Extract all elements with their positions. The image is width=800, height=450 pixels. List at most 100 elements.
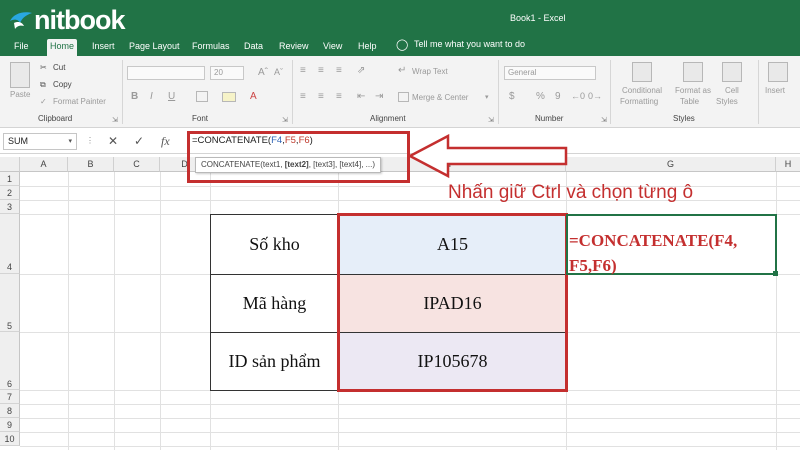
fill-color-icon[interactable] [222, 92, 236, 102]
column-header-g[interactable]: G [566, 157, 776, 172]
italic-button[interactable]: I [150, 91, 153, 102]
merge-dropdown-icon[interactable]: ▾ [485, 93, 489, 101]
paste-button-label[interactable]: Paste [10, 90, 30, 99]
tab-formulas[interactable]: Formulas [189, 39, 233, 56]
name-box-dropdown-icon[interactable]: ▾ [68, 134, 72, 149]
conditional-formatting-icon[interactable] [632, 62, 652, 82]
clipboard-launcher-icon[interactable]: ⇲ [112, 116, 118, 124]
row-header-7[interactable]: 7 [0, 390, 20, 404]
name-box[interactable]: SUM ▾ [3, 133, 77, 150]
decrease-decimal-icon[interactable]: 0→ [588, 91, 602, 101]
increase-decimal-icon[interactable]: ←0 [571, 91, 585, 101]
alignment-group-label: Alignment [370, 114, 406, 123]
row-header-3[interactable]: 3 [0, 200, 20, 214]
left-arrow-icon [408, 134, 568, 179]
decrease-indent-icon[interactable]: ⇤ [357, 91, 365, 102]
tell-me-search[interactable]: Tell me what you want to do [414, 39, 525, 49]
cancel-entry-icon[interactable]: ✕ [108, 134, 118, 148]
cell-styles-icon[interactable] [722, 62, 742, 82]
number-launcher-icon[interactable]: ⇲ [601, 116, 607, 124]
cell-styles-label-1[interactable]: Cell [725, 86, 739, 95]
column-header-a[interactable]: A [20, 157, 68, 172]
cell-styles-label-2[interactable]: Styles [716, 97, 738, 106]
borders-icon[interactable] [196, 91, 208, 102]
shrink-font-icon[interactable]: Aˇ [274, 67, 283, 77]
underline-button[interactable]: U [168, 91, 175, 102]
select-all-corner[interactable] [0, 157, 20, 172]
orientation-icon[interactable]: ⇗ [357, 65, 365, 76]
selected-range-highlight [337, 213, 568, 392]
wrap-text-button[interactable]: Wrap Text [412, 67, 448, 76]
align-right-icon[interactable]: ≡ [336, 91, 342, 102]
align-bottom-icon[interactable]: ≡ [336, 65, 342, 76]
formula-bar-grip-icon: ⋮ [86, 136, 94, 145]
merge-center-icon[interactable] [398, 92, 409, 102]
tab-help[interactable]: Help [355, 39, 380, 56]
align-middle-icon[interactable]: ≡ [318, 65, 324, 76]
tab-view[interactable]: View [320, 39, 345, 56]
bold-button[interactable]: B [131, 91, 138, 102]
grow-font-icon[interactable]: Aˆ [258, 67, 268, 78]
paste-icon[interactable] [10, 62, 30, 88]
alignment-launcher-icon[interactable]: ⇲ [488, 116, 494, 124]
align-center-icon[interactable]: ≡ [318, 91, 324, 102]
currency-button[interactable]: $ [509, 91, 515, 102]
cut-button[interactable]: Cut [53, 63, 65, 72]
row-header-4[interactable]: 4 [0, 214, 20, 274]
row-header-2[interactable]: 2 [0, 186, 20, 200]
tab-home[interactable]: Home [47, 39, 78, 56]
conditional-formatting-label-1[interactable]: Conditional [622, 86, 662, 95]
increase-indent-icon[interactable]: ⇥ [375, 91, 383, 102]
conditional-formatting-label-2[interactable]: Formatting [620, 97, 658, 106]
merge-center-button[interactable]: Merge & Center [412, 93, 468, 102]
font-size-combo[interactable]: 20 [210, 66, 244, 80]
format-as-table-label-1[interactable]: Format as [675, 86, 711, 95]
row-header-8[interactable]: 8 [0, 404, 20, 418]
format-as-table-icon[interactable] [683, 62, 703, 82]
document-title: Book1 - Excel [510, 13, 566, 23]
font-name-combo[interactable] [127, 66, 205, 80]
insert-function-button[interactable]: fx [161, 134, 170, 148]
format-painter-button[interactable]: Format Painter [53, 97, 106, 106]
row-header-6[interactable]: 6 [0, 332, 20, 390]
excel-window: nitbook Book1 - Excel File Home Insert P… [0, 0, 800, 450]
confirm-entry-icon[interactable]: ✓ [134, 134, 144, 148]
align-top-icon[interactable]: ≡ [300, 65, 306, 76]
title-bar: nitbook Book1 - Excel [0, 0, 800, 36]
row-header-10[interactable]: 10 [0, 432, 20, 446]
grid-line [20, 446, 800, 447]
name-box-value: SUM [8, 136, 28, 146]
tab-review[interactable]: Review [276, 39, 312, 56]
grid-line [20, 418, 800, 419]
column-header-h[interactable]: H [776, 157, 800, 172]
insert-cells-button[interactable]: Insert [765, 86, 785, 95]
function-arguments-tooltip: CONCATENATE(text1, [text2], [text3], [te… [195, 157, 381, 173]
row-header-5[interactable]: 5 [0, 274, 20, 332]
tab-file[interactable]: File [11, 39, 32, 56]
insert-cells-icon[interactable] [768, 62, 788, 82]
column-header-c[interactable]: C [114, 157, 160, 172]
column-header-b[interactable]: B [68, 157, 114, 172]
wrap-text-icon[interactable]: ↵ [398, 65, 406, 76]
cell-e4-label[interactable]: Số kho [210, 214, 339, 275]
row-header-1[interactable]: 1 [0, 172, 20, 186]
copy-button[interactable]: Copy [53, 80, 72, 89]
format-as-table-label-2[interactable]: Table [680, 97, 699, 106]
comma-style-button[interactable]: 9 [555, 91, 561, 102]
ribbon-separator [292, 60, 293, 124]
number-format-combo[interactable]: General [504, 66, 596, 80]
row-header-9[interactable]: 9 [0, 418, 20, 432]
tab-page-layout[interactable]: Page Layout [126, 39, 183, 56]
format-painter-icon: ✓ [40, 97, 47, 106]
font-launcher-icon[interactable]: ⇲ [282, 116, 288, 124]
tab-insert[interactable]: Insert [89, 39, 118, 56]
tooltip-suffix: , [text3], [text4], ...) [308, 160, 375, 169]
font-color-icon[interactable]: A [250, 91, 257, 102]
tab-data[interactable]: Data [241, 39, 266, 56]
cell-e5-label[interactable]: Mã hàng [210, 274, 339, 333]
cell-e6-label[interactable]: ID sản phẩm [210, 332, 339, 391]
percent-button[interactable]: % [536, 91, 545, 102]
clipboard-group-label: Clipboard [38, 114, 73, 123]
logo-text: nitbook [34, 5, 125, 35]
align-left-icon[interactable]: ≡ [300, 91, 306, 102]
